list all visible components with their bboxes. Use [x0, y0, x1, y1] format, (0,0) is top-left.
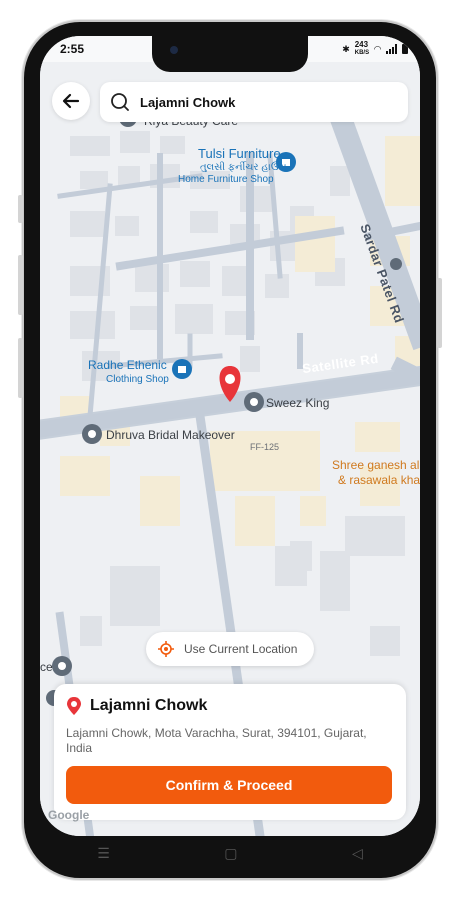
phone-power-button — [437, 278, 442, 348]
map-label-shree-2: & rasawala kha — [338, 473, 420, 487]
camera-notch — [152, 36, 308, 72]
confirm-proceed-button[interactable]: Confirm & Proceed — [66, 766, 392, 804]
net-speed-unit: KB/S — [354, 50, 370, 56]
net-speed: 243 — [354, 40, 369, 49]
status-icons: ✱ 243 KB/S ◠ — [342, 41, 408, 57]
crosshair-icon — [158, 641, 174, 657]
search-input[interactable] — [140, 94, 390, 110]
map-label-sweez[interactable]: Sweez King — [266, 396, 329, 410]
use-current-location-button[interactable]: Use Current Location — [146, 632, 314, 666]
map-label-radhe-sub: Clothing Shop — [106, 374, 169, 385]
status-time: 2:55 — [60, 42, 85, 56]
home-icon[interactable]: ▢ — [224, 845, 237, 862]
search-icon — [111, 93, 129, 111]
use-current-location-label: Use Current Location — [184, 642, 298, 656]
map-pin-icon — [67, 697, 81, 715]
search-bar[interactable] — [100, 82, 408, 122]
sheet-address: Lajamni Chowk, Mota Varachha, Surat, 394… — [66, 726, 367, 755]
signal-icon — [386, 44, 397, 54]
map-label-ce: ce — [40, 660, 53, 674]
map-label-ff125: FF-125 — [250, 442, 280, 452]
phone-side-button — [18, 195, 23, 223]
bluetooth-icon: ✱ — [342, 43, 350, 54]
arrow-left-icon — [62, 93, 80, 109]
map-label-tulsi-gujarati: તુલસી ફર્નીચર હાઉસ — [200, 162, 287, 173]
sheet-header: Lajamni Chowk — [66, 696, 394, 716]
map-label-dhruva[interactable]: Dhruva Bridal Makeover — [106, 428, 235, 442]
phone-volume-down — [18, 338, 23, 398]
map-label-tulsi-sub: Home Furniture Shop — [178, 174, 274, 185]
system-nav-bar: ☰ ▢ ◁ — [40, 836, 420, 870]
sheet-title: Lajamni Chowk — [90, 697, 208, 714]
recent-apps-icon[interactable]: ☰ — [97, 845, 110, 862]
nav-back-icon[interactable]: ◁ — [352, 845, 363, 862]
google-logo: Google — [48, 808, 90, 822]
camera-icon — [170, 46, 178, 54]
screen: Riya Beauty Care Tulsi Furniture તુલસી ફ… — [40, 36, 420, 836]
map-label-shree-1[interactable]: Shree ganesh al — [332, 458, 419, 472]
back-button[interactable] — [52, 82, 90, 120]
map-label-radhe[interactable]: Radhe Ethenic — [88, 358, 167, 372]
location-sheet: Lajamni Chowk Lajamni Chowk, Mota Varach… — [54, 684, 406, 820]
phone-volume-up — [18, 255, 23, 315]
wifi-icon: ◠ — [374, 43, 381, 54]
battery-icon — [402, 44, 408, 54]
map-label-tulsi[interactable]: Tulsi Furniture — [198, 146, 281, 161]
